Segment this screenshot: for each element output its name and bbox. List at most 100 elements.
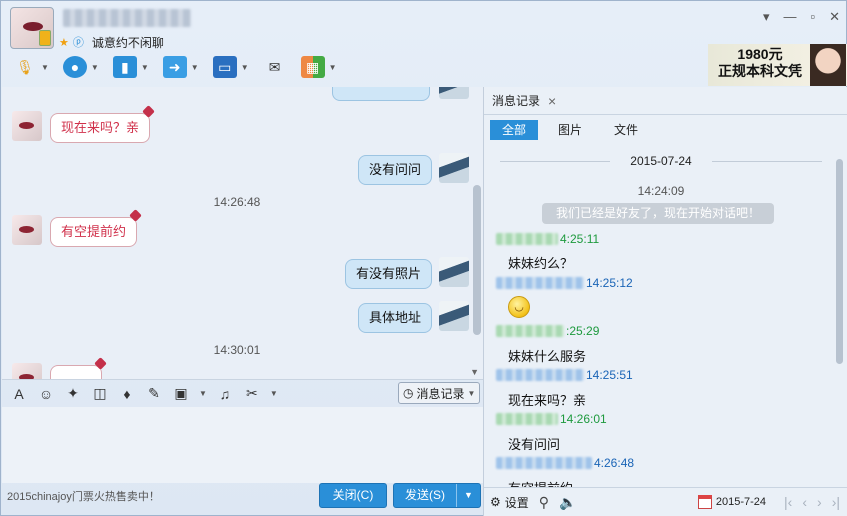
camera-icon: ●	[62, 56, 87, 78]
contact-signature: 诚意约不闲聊	[91, 36, 164, 50]
message-bubble: 现在来吗？亲	[50, 113, 151, 143]
close-button[interactable]: 关闭(C)	[319, 483, 387, 508]
minimize-icon[interactable]: —	[783, 9, 796, 25]
message-bubble: 有没有照片	[345, 259, 433, 289]
avatar[interactable]	[439, 257, 469, 287]
date-picker[interactable]: 2015-7-24	[697, 495, 767, 509]
video-call-button[interactable]: ● ▼	[59, 56, 103, 78]
send-file-button[interactable]: ➜ ▼	[159, 56, 203, 78]
speaker-icon[interactable]: 🔈	[559, 494, 576, 511]
history-scrollbar[interactable]	[836, 159, 843, 364]
history-footer: ⚙ 设置 ⚲ 🔈 2015-7-24 |‹ ‹ › ›|	[484, 487, 847, 516]
settings-button[interactable]: ⚙ 设置	[490, 494, 529, 511]
next-page-icon[interactable]: ›	[817, 494, 822, 510]
info-icon[interactable]: ⓟ	[73, 36, 84, 50]
message-plus-icon: ✉	[268, 58, 281, 75]
monitor-icon: ▭	[212, 56, 237, 78]
ad-text: 1980元 正规本科文凭	[712, 46, 808, 80]
history-entry-text-partial: 有空提前约	[508, 478, 573, 487]
send-label: 发送(S)	[405, 488, 445, 502]
folder-arrow-icon: ➜	[162, 56, 187, 78]
doodle-icon[interactable]: ✎	[145, 385, 163, 402]
sender-name-blurred	[496, 233, 558, 245]
voice-message-icon[interactable]: ♦	[118, 386, 136, 402]
chevron-down-icon: ▼	[41, 62, 49, 72]
sender-name-blurred	[496, 413, 558, 425]
history-entry-header: 4:26:48	[496, 456, 634, 470]
chevron-down-icon: ▼	[90, 62, 99, 72]
scroll-down-icon[interactable]: ▼	[470, 367, 479, 377]
message-history-button[interactable]: ◷ 消息记录 ▼	[398, 382, 480, 404]
avatar[interactable]	[439, 87, 469, 99]
message-input[interactable]	[2, 407, 483, 483]
image-icon[interactable]: ▣	[172, 385, 190, 402]
scrollbar[interactable]	[473, 185, 481, 335]
contact-name-blurred	[63, 9, 191, 27]
voice-call-button[interactable]: 🎙 ▼	[9, 56, 53, 78]
ad-banner[interactable]: 1980元 正规本科文凭	[708, 44, 847, 86]
star-icon[interactable]: ★	[59, 36, 69, 50]
tab-message-history[interactable]: 消息记录 ×	[492, 92, 556, 109]
history-pager: |‹ ‹ › ›|	[784, 494, 840, 510]
ad-photo	[810, 44, 846, 86]
chevron-down-icon: ▼	[140, 62, 149, 72]
font-icon[interactable]: A	[10, 386, 28, 402]
prev-page-icon[interactable]: ‹	[802, 494, 807, 510]
history-panel: 消息记录 × 全部 图片 文件 2015-07-24 14:24:09 我们已经…	[483, 87, 847, 516]
avatar[interactable]	[12, 215, 42, 245]
sms-button[interactable]: ✉	[259, 56, 291, 78]
search-icon[interactable]: ⚲	[539, 494, 549, 511]
avatar[interactable]	[439, 301, 469, 331]
apps-grid-icon: ▦	[300, 56, 325, 78]
history-entry-text: 没有问问	[508, 437, 561, 452]
settings-label: 设置	[504, 495, 529, 510]
avatar[interactable]	[12, 111, 42, 141]
chevron-down-icon[interactable]: ▼	[270, 389, 278, 398]
filter-all[interactable]: 全部	[490, 120, 538, 140]
remote-desktop-button[interactable]: ▭ ▼	[209, 56, 253, 78]
presentation-button[interactable]: ▮ ▼	[109, 56, 153, 78]
message-bubble-partial	[332, 87, 430, 101]
divider	[484, 114, 847, 115]
shake-icon[interactable]: ◫	[91, 385, 109, 402]
apps-button[interactable]: ▦ ▼	[297, 56, 341, 78]
avatar[interactable]	[439, 153, 469, 183]
sender-name-blurred	[496, 277, 584, 289]
filter-files[interactable]: 文件	[602, 120, 650, 140]
chart-board-icon: ▮	[112, 56, 137, 78]
music-icon[interactable]: ♫	[216, 386, 234, 402]
timestamp: 14:26:48	[213, 195, 261, 209]
screenshot-icon[interactable]: ✂	[243, 385, 261, 402]
history-entry-text: 妹妹约么？	[508, 256, 574, 271]
promo-link[interactable]: 2015chinajoy门票火热售卖中！	[7, 488, 160, 504]
send-options-chevron-icon[interactable]: ▼	[456, 484, 480, 507]
date-separator: 2015-07-24	[484, 154, 838, 168]
history-filters: 全部 图片 文件	[490, 120, 650, 140]
dropdown-icon[interactable]: ▾	[763, 9, 770, 25]
history-entry-text: 妹妹什么服务	[508, 349, 587, 364]
maximize-icon[interactable]: ▫	[810, 9, 815, 25]
magic-wand-icon[interactable]: ✦	[64, 385, 82, 402]
contact-avatar[interactable]	[10, 7, 54, 49]
first-page-icon[interactable]: |‹	[784, 494, 792, 510]
message-bubble: 有空提前约	[50, 217, 138, 247]
close-tab-icon[interactable]: ×	[548, 93, 556, 109]
emoji-icon[interactable]: ☺	[37, 386, 55, 402]
history-entry-text: 现在来吗？亲	[508, 393, 587, 408]
date-picker-value: 2015-7-24	[715, 496, 767, 508]
close-icon[interactable]: ✕	[829, 9, 840, 25]
ad-price: 1980元	[737, 46, 783, 62]
chat-messages[interactable]: 现在来吗？亲 没有问问 14:26:48 有空提前约 有没有照片 具体地址 14…	[2, 87, 483, 379]
last-page-icon[interactable]: ›|	[832, 494, 840, 510]
chevron-down-icon[interactable]: ▼	[199, 389, 207, 398]
avatar[interactable]	[12, 363, 42, 379]
filter-images[interactable]: 图片	[546, 120, 594, 140]
header: ★ ⓟ 诚意约不闲聊 ▾ — ▫ ✕ 🎙 ▼ ● ▼ ▮ ▼ ➜ ▼ ▭ ▼ ✉ ▦ ▼ 1…	[1, 1, 847, 87]
phone-online-icon	[39, 30, 51, 46]
send-button[interactable]: 发送(S) ▼	[393, 483, 481, 508]
microphone-icon: 🎙	[16, 58, 34, 75]
history-entry-header: 4:25:11	[496, 232, 599, 246]
chevron-down-icon: ▼	[240, 62, 249, 72]
calendar-icon	[697, 495, 712, 509]
chat-window: ★ ⓟ 诚意约不闲聊 ▾ — ▫ ✕ 🎙 ▼ ● ▼ ▮ ▼ ➜ ▼ ▭ ▼ ✉ ▦ ▼ 1…	[0, 0, 847, 516]
